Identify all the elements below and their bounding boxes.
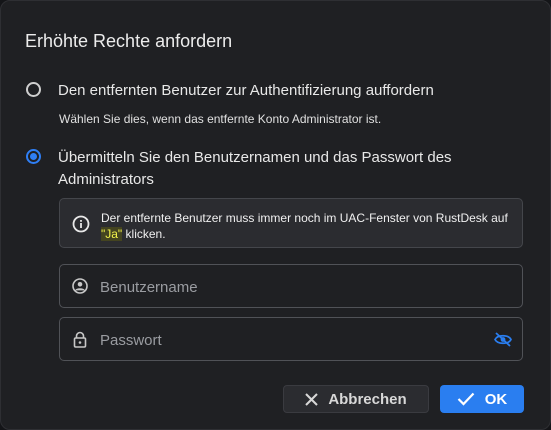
highlighted-text: "Ja" <box>101 227 123 241</box>
radio-unselected[interactable] <box>26 82 41 97</box>
ok-label: OK <box>484 390 508 408</box>
info-icon <box>72 215 90 233</box>
dialog-title: Erhöhte Rechte anfordern <box>25 31 233 51</box>
eye-off-icon[interactable] <box>494 332 512 347</box>
cancel-label: Abbrechen <box>328 390 407 408</box>
username-field[interactable] <box>59 264 523 309</box>
radio-selected[interactable] <box>26 149 41 164</box>
lock-icon <box>73 331 87 348</box>
option-hint: Wählen Sie dies, wenn das entfernte Kont… <box>59 112 382 126</box>
check-icon <box>457 392 475 406</box>
ok-button[interactable]: OK <box>440 385 524 413</box>
user-icon <box>72 278 88 294</box>
option-send-credentials[interactable]: Übermitteln Sie den Benutzernamen und da… <box>26 147 506 191</box>
info-box: Der entfernte Benutzer muss immer noch i… <box>59 198 523 248</box>
info-text: Der entfernte Benutzer muss immer noch i… <box>101 211 508 241</box>
option-label: Übermitteln Sie den Benutzernamen und da… <box>58 149 452 188</box>
option-label: Den entfernten Benutzer zur Authentifizi… <box>58 82 434 99</box>
username-input[interactable] <box>98 265 482 309</box>
cancel-button[interactable]: Abbrechen <box>283 385 429 413</box>
close-icon <box>305 392 319 406</box>
elevation-dialog: Erhöhte Rechte anfordern Den entfernten … <box>0 0 551 430</box>
password-field[interactable] <box>59 317 523 362</box>
password-input[interactable] <box>98 318 482 362</box>
option-ask-remote-user[interactable]: Den entfernten Benutzer zur Authentifizi… <box>26 80 434 102</box>
